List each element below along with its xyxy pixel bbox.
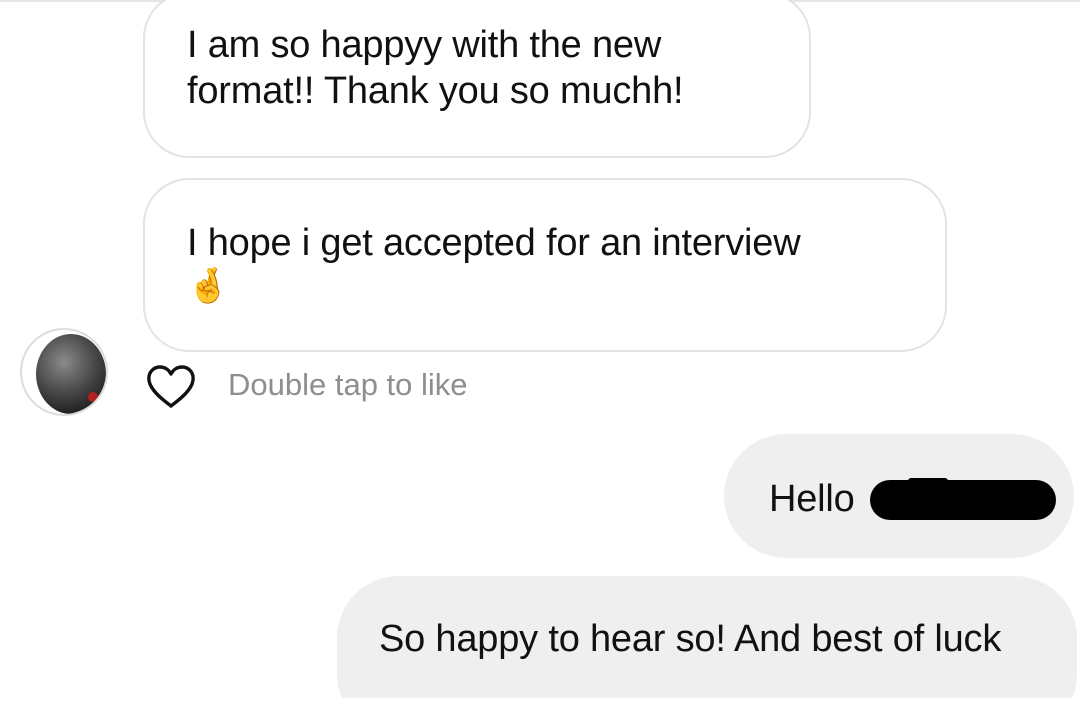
incoming-message-bubble[interactable]: I am so happyy with the new format!! Tha… <box>143 0 811 158</box>
avatar-rose <box>88 392 98 402</box>
chat-thread: I am so happyy with the new format!! Tha… <box>0 0 1080 706</box>
double-tap-to-like-hint: Double tap to like <box>228 367 468 402</box>
redaction-mark <box>908 478 948 484</box>
message-text: So happy to hear so! And best of luck <box>379 618 1002 660</box>
crossed-fingers-emoji: 🤞 <box>187 267 230 305</box>
bottom-edge <box>0 698 1080 706</box>
avatar[interactable] <box>20 328 108 416</box>
redaction-mark <box>870 480 1056 520</box>
message-text: Hello <box>769 478 855 520</box>
outgoing-message-bubble[interactable]: So happy to hear so! And best of luck <box>337 576 1077 706</box>
incoming-message-bubble[interactable]: I hope i get accepted for an interview 🤞 <box>143 178 947 352</box>
avatar-photo <box>36 334 106 414</box>
message-text: I am so happyy with the new format!! Tha… <box>187 24 684 112</box>
heart-icon[interactable] <box>146 365 196 409</box>
message-text: I hope i get accepted for an interview <box>187 222 801 264</box>
